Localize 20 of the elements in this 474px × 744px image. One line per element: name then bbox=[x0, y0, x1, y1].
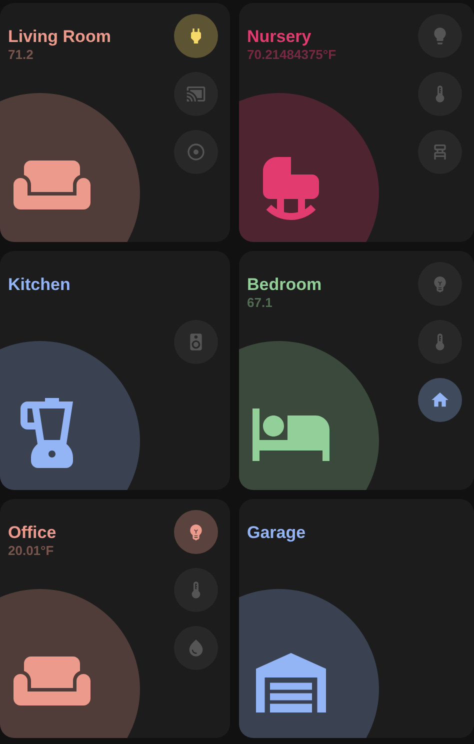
device-button[interactable] bbox=[418, 378, 462, 422]
room-name: Nursery bbox=[247, 27, 312, 47]
cast-icon bbox=[186, 84, 206, 104]
room-name: Office bbox=[8, 523, 56, 543]
target-icon bbox=[186, 142, 206, 162]
room-name: Bedroom bbox=[247, 275, 322, 295]
room-name: Kitchen bbox=[8, 275, 70, 295]
room-card[interactable]: Kitchen bbox=[0, 251, 230, 490]
room-card[interactable]: Office 20.01°F bbox=[0, 499, 230, 738]
room-reading: 67.1 bbox=[247, 295, 274, 311]
device-button[interactable] bbox=[174, 510, 218, 554]
room-card[interactable]: Bedroom 67.1 bbox=[239, 251, 474, 490]
room-name: Garage bbox=[247, 523, 306, 543]
room-card[interactable]: Living Room 71.2 bbox=[0, 3, 230, 242]
room-card[interactable]: Garage bbox=[239, 499, 474, 738]
room-reading: 70.21484375°F bbox=[247, 47, 336, 63]
room-reading: 20.01°F bbox=[8, 543, 55, 559]
room-name: Living Room bbox=[8, 27, 111, 47]
room-reading: 71.2 bbox=[8, 47, 34, 63]
device-button[interactable] bbox=[174, 14, 218, 58]
